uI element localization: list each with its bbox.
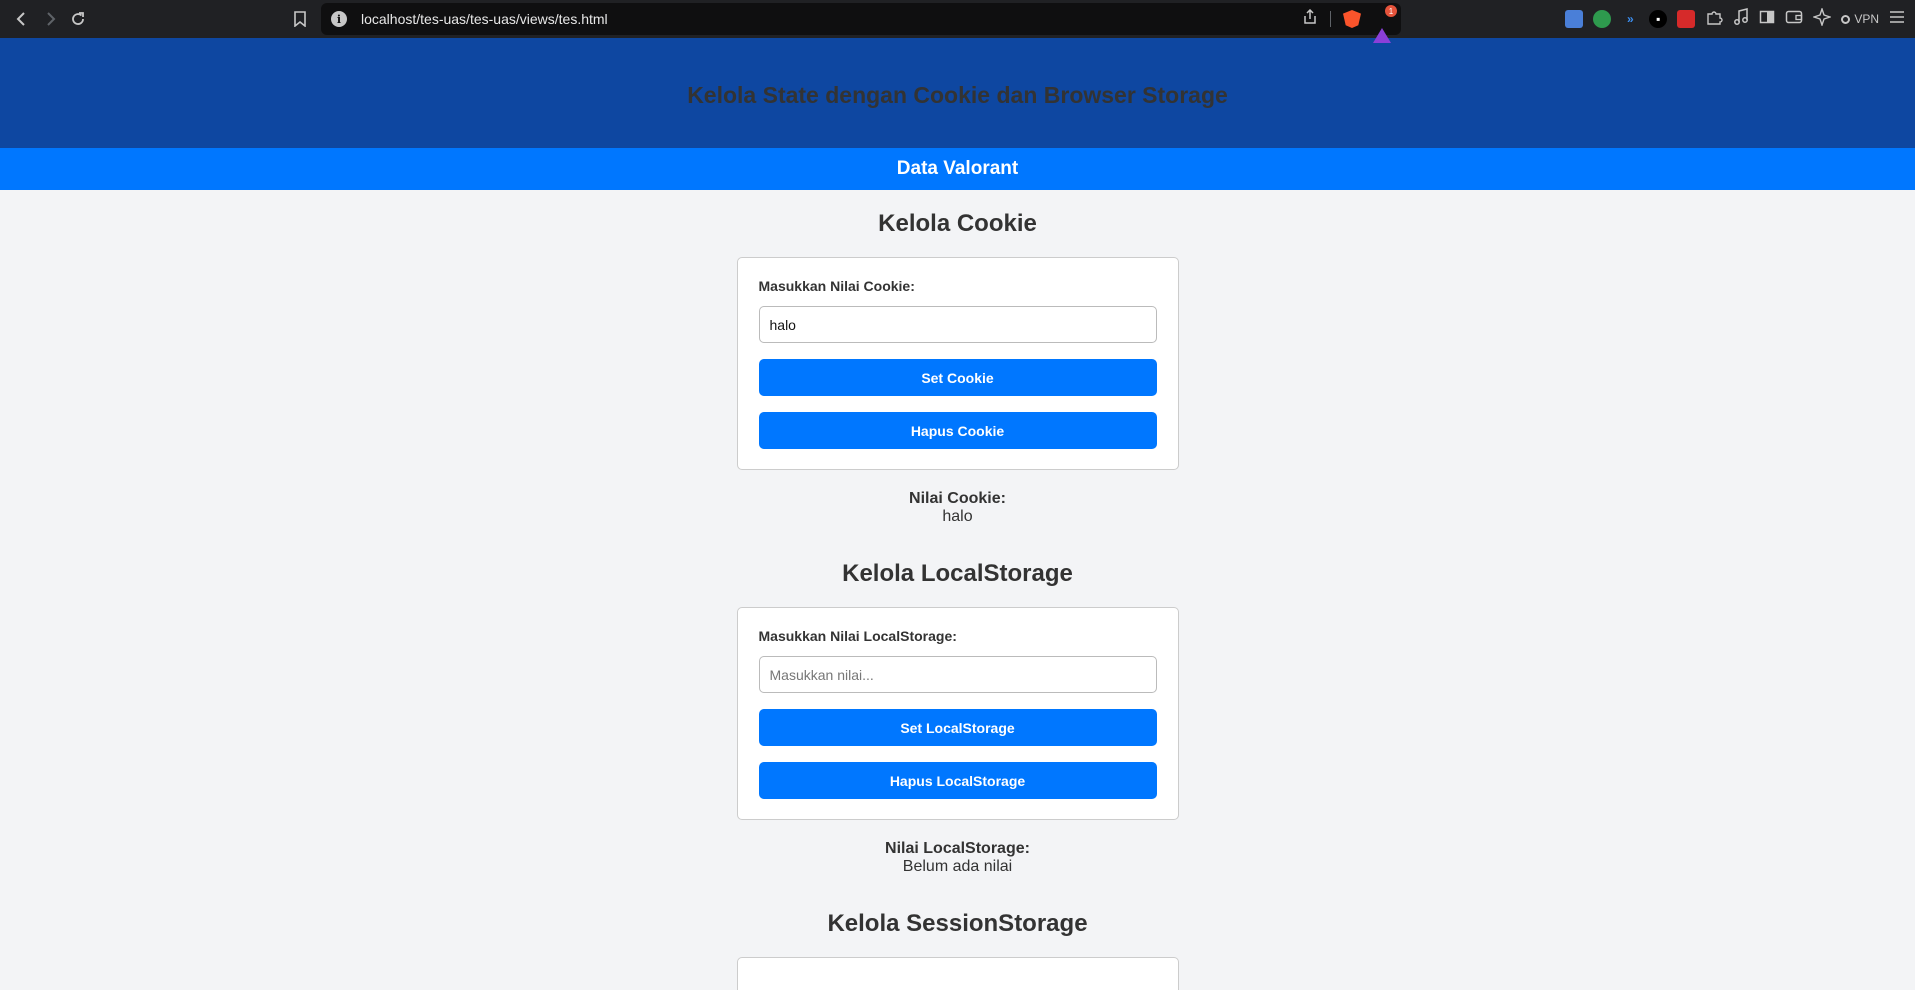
set-localstorage-button[interactable]: Set LocalStorage — [758, 709, 1157, 746]
sidebar-icon[interactable] — [1759, 9, 1775, 30]
address-bar[interactable]: i localhost/tes-uas/tes-uas/views/tes.ht… — [321, 3, 1401, 43]
forward-icon[interactable] — [36, 5, 64, 33]
share-icon[interactable] — [1302, 8, 1318, 30]
leo-icon[interactable] — [1812, 6, 1833, 31]
sessionstorage-card — [736, 957, 1179, 990]
localstorage-input[interactable] — [758, 656, 1157, 693]
vpn-status-icon — [1841, 14, 1851, 24]
info-icon[interactable]: i — [331, 11, 347, 27]
cookie-input-label: Masukkan Nilai Cookie: — [758, 278, 915, 294]
music-icon[interactable] — [1733, 7, 1749, 31]
cookie-value: halo — [942, 508, 973, 525]
document-extension-icon[interactable] — [1565, 10, 1584, 28]
red-extension-icon[interactable] — [1677, 10, 1696, 28]
cookie-card: Masukkan Nilai Cookie: Set Cookie Hapus … — [736, 257, 1179, 470]
localstorage-card: Masukkan Nilai LocalStorage: Set LocalSt… — [736, 607, 1179, 820]
banner-title: Data Valorant — [896, 158, 1019, 179]
browser-toolbar: i localhost/tes-uas/tes-uas/views/tes.ht… — [0, 0, 1915, 43]
reload-icon[interactable] — [64, 5, 92, 33]
vpn-label: VPN — [1854, 12, 1879, 26]
menu-icon[interactable] — [1889, 10, 1905, 29]
cookie-value-display: Nilai Cookie: halo — [737, 490, 1179, 526]
cookie-value-label: Nilai Cookie: — [909, 490, 1006, 507]
cookie-section-title: Kelola Cookie — [878, 210, 1037, 237]
extensions-area: » ▪ VPN — [1565, 0, 1905, 38]
localstorage-value: Belum ada nilai — [902, 858, 1013, 875]
puzzle-icon[interactable] — [1705, 8, 1723, 31]
divider — [1330, 11, 1331, 27]
localstorage-section: Kelola LocalStorage Masukkan Nilai Local… — [736, 560, 1179, 876]
wallet-icon[interactable] — [1785, 9, 1803, 30]
localstorage-value-label: Nilai LocalStorage: — [885, 840, 1030, 857]
sessionstorage-section-title: Kelola SessionStorage — [827, 910, 1088, 937]
delete-localstorage-button[interactable]: Hapus LocalStorage — [758, 762, 1157, 799]
translate-extension-icon[interactable] — [1593, 10, 1612, 28]
localstorage-value-display: Nilai LocalStorage: Belum ada nilai — [737, 840, 1179, 876]
page-title: Kelola State dengan Cookie dan Browser S… — [687, 81, 1228, 108]
wave-extension-icon[interactable]: » — [1621, 10, 1639, 28]
page-header: Kelola State dengan Cookie dan Browser S… — [0, 38, 1915, 148]
localstorage-input-label: Masukkan Nilai LocalStorage: — [758, 628, 957, 644]
sessionstorage-section: Kelola SessionStorage — [736, 910, 1179, 990]
rewards-badge: 1 — [1385, 5, 1397, 17]
lock-extension-icon[interactable]: ▪ — [1649, 10, 1668, 28]
section-banner: Data Valorant — [0, 148, 1915, 190]
set-cookie-button[interactable]: Set Cookie — [758, 359, 1157, 396]
cookie-input[interactable] — [758, 306, 1157, 343]
url-text: localhost/tes-uas/tes-uas/views/tes.html — [361, 11, 608, 27]
brave-rewards-icon[interactable]: 1 — [1373, 5, 1397, 43]
localstorage-section-title: Kelola LocalStorage — [842, 560, 1073, 587]
delete-cookie-button[interactable]: Hapus Cookie — [758, 412, 1157, 449]
brave-shield-icon[interactable] — [1343, 10, 1361, 28]
vpn-button[interactable]: VPN — [1841, 12, 1879, 26]
back-icon[interactable] — [8, 5, 36, 33]
bookmark-icon[interactable] — [286, 5, 314, 33]
cookie-section: Kelola Cookie Masukkan Nilai Cookie: Set… — [736, 210, 1179, 526]
